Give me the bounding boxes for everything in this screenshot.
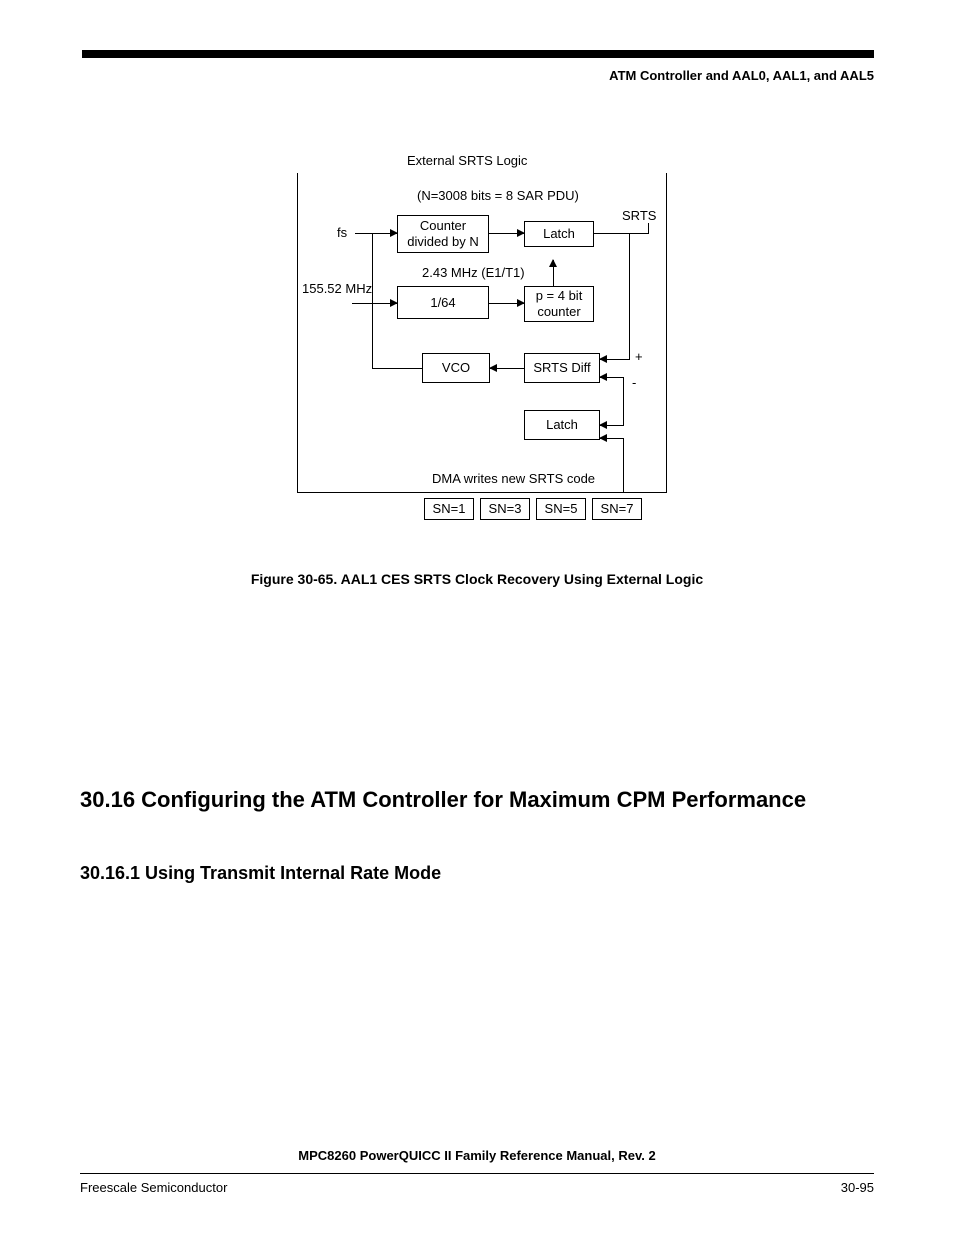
header-chapter-title: ATM Controller and AAL0, AAL1, and AAL5: [80, 68, 874, 83]
minus-label: -: [632, 375, 636, 390]
header-bar: [82, 50, 874, 58]
line-latch-srts-v: [648, 223, 649, 233]
n-text: (N=3008 bits = 8 SAR PDU): [417, 188, 579, 203]
footer-manual-title: MPC8260 PowerQUICC II Family Reference M…: [80, 1148, 874, 1163]
latch-bottom-box: Latch: [524, 410, 600, 440]
fs-label: fs: [337, 225, 347, 240]
line-vco-out: [372, 368, 422, 369]
diagram: External SRTS Logic (N=3008 bits = 8 SAR…: [267, 153, 687, 553]
footer-company: Freescale Semiconductor: [80, 1180, 227, 1195]
arrow-mhz: [352, 303, 397, 304]
arrow-srtsdiff-vco: [490, 368, 524, 369]
sn7-box: SN=7: [592, 498, 642, 520]
p4bit-box: p = 4 bit counter: [524, 286, 594, 322]
arrow-latch-minus: [600, 425, 624, 426]
arrow-div-p4: [489, 303, 524, 304]
line-vco-up: [372, 233, 373, 369]
arrow-up-p4: [553, 260, 554, 286]
footer-divider: [80, 1173, 874, 1174]
line-latch-srts-h: [594, 233, 649, 234]
page: ATM Controller and AAL0, AAL1, and AAL5 …: [0, 0, 954, 1235]
figure-caption: Figure 30-65. AAL1 CES SRTS Clock Recove…: [80, 571, 874, 587]
sn1-box: SN=1: [424, 498, 474, 520]
figure-wrap: External SRTS Logic (N=3008 bits = 8 SAR…: [80, 153, 874, 553]
dma-text: DMA writes new SRTS code: [432, 471, 595, 486]
line-plus-v: [629, 233, 630, 360]
latch-top-box: Latch: [524, 221, 594, 247]
srts-label: SRTS: [622, 208, 656, 223]
arrow-counter-latch: [489, 233, 524, 234]
div64-box: 1/64: [397, 286, 489, 319]
arrow-into-latch: [600, 438, 624, 439]
arrow-minus-in: [600, 377, 624, 378]
section-heading: 30.16 Configuring the ATM Controller for…: [80, 787, 874, 813]
diagram-title: External SRTS Logic: [407, 153, 527, 168]
line-latch-down: [623, 438, 624, 493]
sn5-box: SN=5: [536, 498, 586, 520]
freq-label: 2.43 MHz (E1/T1): [422, 265, 525, 280]
srtsdiff-box: SRTS Diff: [524, 353, 600, 383]
sn3-box: SN=3: [480, 498, 530, 520]
arrow-plus-in: [600, 359, 630, 360]
counter-box: Counter divided by N: [397, 215, 489, 253]
subsection-heading: 30.16.1 Using Transmit Internal Rate Mod…: [80, 863, 874, 884]
mhz-label: 155.52 MHz: [302, 281, 372, 296]
footer-page-number: 30-95: [841, 1180, 874, 1195]
line-minus-v: [623, 377, 624, 425]
vco-box: VCO: [422, 353, 490, 383]
plus-label: +: [635, 349, 643, 364]
footer: MPC8260 PowerQUICC II Family Reference M…: [80, 1148, 874, 1195]
arrow-fs: [355, 233, 397, 234]
